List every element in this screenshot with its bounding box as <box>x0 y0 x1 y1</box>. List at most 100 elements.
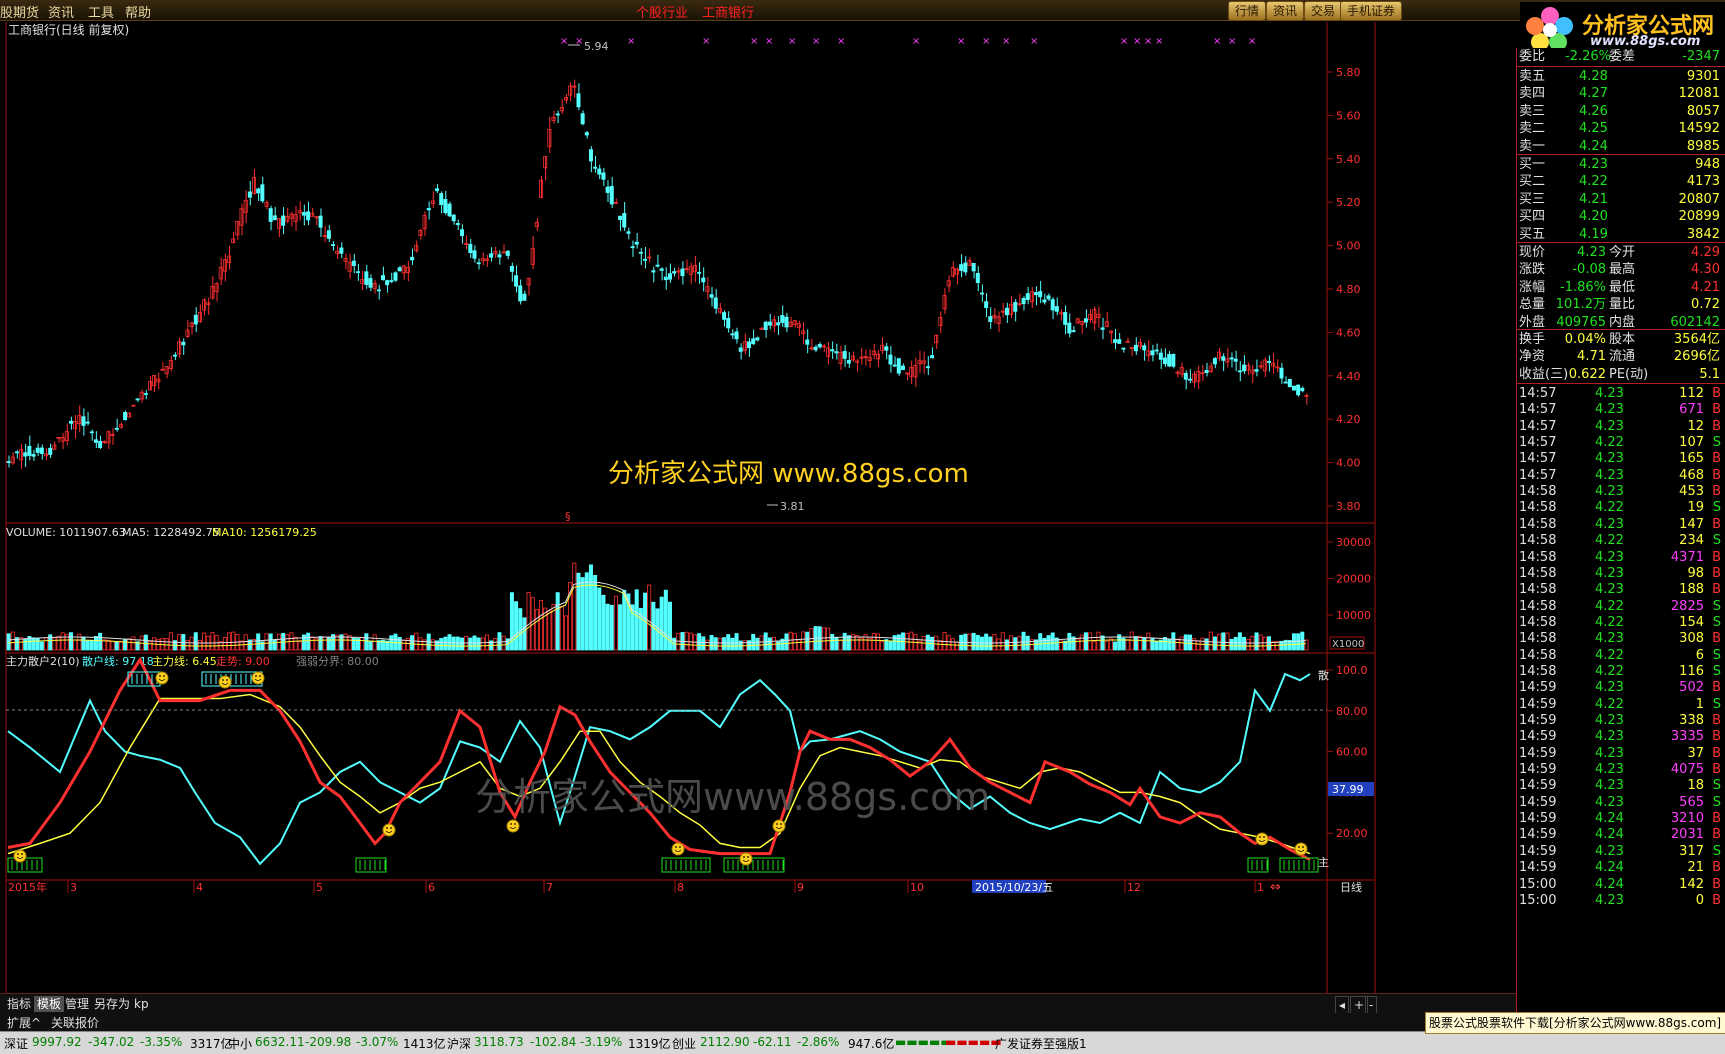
volume-bar <box>846 635 851 651</box>
time-tick: 3 <box>70 881 77 894</box>
bid-row[interactable]: 买五 4.19 3842 <box>1517 225 1725 244</box>
volume-bar <box>106 639 111 651</box>
candle-body <box>726 317 731 329</box>
ask-price: 4.24 <box>1579 138 1608 154</box>
volume-bar <box>697 633 702 651</box>
candle-body <box>356 271 361 274</box>
volume-bar <box>659 596 664 651</box>
volume-bar <box>984 633 989 651</box>
volume-bar <box>480 637 485 651</box>
main-end-label: 主 <box>1318 856 1329 869</box>
candle-body <box>181 341 186 346</box>
time-tick: 6 <box>428 881 435 894</box>
ask-row[interactable]: 卖一 4.24 8985 <box>1517 137 1725 156</box>
trade-button[interactable]: 交易 <box>1304 1 1343 21</box>
volume-bar <box>647 584 652 651</box>
stat-row[interactable]: 涨幅 -1.86% 最低 4.21 <box>1517 278 1725 297</box>
volume-bar <box>1163 637 1168 651</box>
index-hs-name[interactable]: 沪深 <box>447 1035 471 1052</box>
indicator-name: 主力散户2(10) <box>6 654 80 668</box>
stat-row[interactable]: 涨跌 -0.08 最高 4.30 <box>1517 260 1725 279</box>
volume-panel[interactable] <box>6 562 1309 651</box>
volume-bar <box>792 633 797 651</box>
volume-bar <box>227 632 232 651</box>
tick-row[interactable]: 15:00 4.23 0 B <box>1517 891 1725 910</box>
candle-body <box>1183 373 1188 380</box>
period-label[interactable]: 日线 <box>1340 880 1362 894</box>
link-industry[interactable]: 个股行业 <box>636 2 688 21</box>
signal-x-icon: × <box>627 36 635 47</box>
cursor-value: 37.99 <box>1332 783 1364 796</box>
volume-bar <box>1237 632 1242 651</box>
candle-body <box>460 229 465 237</box>
ask-row[interactable]: 卖二 4.25 14592 <box>1517 119 1725 138</box>
candle-body <box>672 271 677 274</box>
mobile-button[interactable]: 手机证券 <box>1340 1 1403 21</box>
news-button[interactable]: 资讯 <box>1266 1 1305 21</box>
volume-bar <box>318 636 323 651</box>
volume-bar <box>1050 632 1055 651</box>
volume-bar <box>971 632 976 651</box>
volume-ma10: MA10: 1256179.25 <box>212 526 317 539</box>
candle-body <box>609 185 614 205</box>
stat-row[interactable]: 收益(三) 0.622 PE(动) 5.1 <box>1517 365 1725 384</box>
volume-bar <box>722 637 727 651</box>
volume-ma5: MA5: 1228492.75 <box>122 526 220 539</box>
index-sz-name[interactable]: 深证 <box>4 1035 28 1052</box>
bid-price: 4.23 <box>1579 157 1608 172</box>
stat-row[interactable]: 换手 0.04% 股本 3564亿 <box>1517 330 1725 349</box>
index-cy-name[interactable]: 创业 <box>672 1035 696 1052</box>
index-zx-name[interactable]: 中小 <box>228 1035 252 1052</box>
signal-x-icon: × <box>912 36 920 47</box>
ad-banner[interactable]: 股票公式股票软件下载[分析家公式网www.88gs.com] <box>1425 1012 1725 1034</box>
tab-manage[interactable]: 管理 <box>62 996 92 1012</box>
candle-body <box>426 208 431 211</box>
volume-bar <box>992 634 997 651</box>
zoom-out-button[interactable]: - <box>1365 996 1378 1014</box>
bid-row[interactable]: 买三 4.21 20807 <box>1517 190 1725 209</box>
stat-row[interactable]: 现价 4.23 今开 4.29 <box>1517 243 1725 262</box>
tab-kp[interactable]: kp <box>131 996 152 1012</box>
tab-template[interactable]: 模板 <box>34 996 65 1012</box>
menu-stock-futures[interactable]: 股期货 <box>0 2 39 21</box>
arrow-lr-icon[interactable]: ⇔ <box>1270 880 1281 895</box>
candle-body <box>1154 349 1159 352</box>
price-panel[interactable] <box>6 79 1309 469</box>
volume-bar <box>834 637 839 651</box>
tab-indicator[interactable]: 指标 <box>4 996 34 1012</box>
ask-row[interactable]: 卖四 4.27 12081 <box>1517 84 1725 103</box>
smiley-icon <box>13 849 27 863</box>
menu-tools[interactable]: 工具 <box>88 2 114 21</box>
weibi-row[interactable]: 委比 -2.26% 委差 -2347 <box>1517 47 1725 66</box>
stat-row[interactable]: 总量 101.2万 量比 0.72 <box>1517 295 1725 314</box>
tab-related-quote[interactable]: 关联报价 <box>48 1015 102 1031</box>
tab-save-as[interactable]: 另存为 <box>91 996 133 1012</box>
chart-area[interactable]: 工商银行(日线 前复权) 5.80 5.60 5.40 5.20 5.00 4.80 4.6… <box>0 20 1516 995</box>
ask-row[interactable]: 卖五 4.28 9301 <box>1517 67 1725 86</box>
volume-bar <box>1138 635 1143 651</box>
candle-body <box>701 277 706 283</box>
bid-level-label: 买四 <box>1519 209 1546 225</box>
price-tick: 4.80 <box>1336 283 1361 296</box>
quote-button[interactable]: 行情 <box>1228 1 1267 21</box>
candle-body <box>1063 312 1068 325</box>
bid-row[interactable]: 买一 4.23 948 <box>1517 155 1725 174</box>
menu-help[interactable]: 帮助 <box>125 2 151 21</box>
candle-body <box>722 312 727 320</box>
stat-row[interactable]: 净资 4.71 流通 2696亿 <box>1517 347 1725 366</box>
candle-body <box>1013 302 1018 312</box>
scroll-left-button[interactable]: ◂ <box>1335 996 1350 1014</box>
bid-row[interactable]: 买二 4.22 4173 <box>1517 172 1725 191</box>
indicator-tick: 100.0 <box>1336 664 1368 677</box>
volume-bar <box>1296 633 1301 651</box>
bid-row[interactable]: 买四 4.20 20899 <box>1517 207 1725 226</box>
ask-row[interactable]: 卖三 4.26 8057 <box>1517 102 1725 121</box>
indicator-panel[interactable] <box>7 656 1319 873</box>
tab-expand[interactable]: 扩展^ <box>4 1015 44 1031</box>
link-stock[interactable]: 工商银行 <box>702 2 754 21</box>
volume-bar <box>60 632 65 651</box>
stat-value-2: 0.72 <box>1691 297 1720 313</box>
signal-x-icon: × <box>560 36 568 47</box>
stock-chart[interactable]: 工商银行(日线 前复权) 5.80 5.60 5.40 5.20 5.00 4.80 4.6… <box>0 20 1516 995</box>
menu-info[interactable]: 资讯 <box>48 2 74 21</box>
